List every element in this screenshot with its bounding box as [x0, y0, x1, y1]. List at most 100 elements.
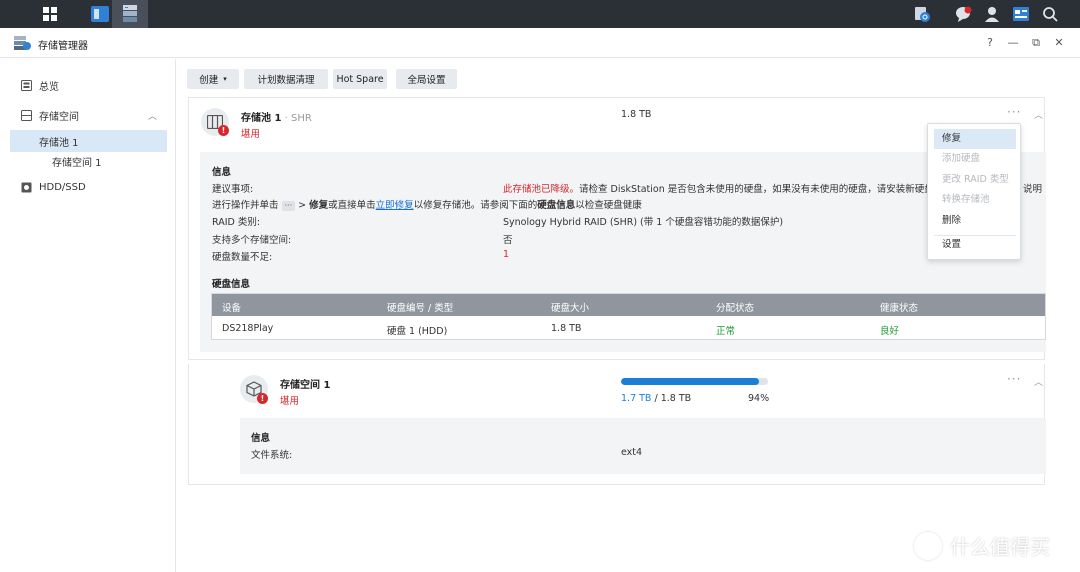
- sidebar-item-overview[interactable]: 总览: [10, 74, 167, 96]
- col-alloc[interactable]: 分配状态: [716, 300, 754, 314]
- storage-manager-icon: [123, 5, 137, 22]
- advice-text-b: >: [298, 200, 310, 211]
- volume-usage-fill: [621, 378, 760, 385]
- notification-search-icon: [915, 7, 930, 22]
- sidebar: 总览 存储空间 ︿ 存储池 1 存储空间 1 HDD/SSD: [0, 59, 176, 572]
- pool-info-title: 信息: [212, 167, 232, 178]
- taskbar: [0, 0, 1080, 28]
- insufficient-value: 1: [503, 249, 510, 260]
- restore-button[interactable]: ⧉: [1028, 35, 1044, 51]
- close-button[interactable]: ✕: [1051, 35, 1067, 51]
- cell-device: DS218Play: [222, 323, 274, 334]
- hot-spare-button[interactable]: Hot Spare: [333, 69, 387, 89]
- pool-status: 堪用: [241, 129, 261, 140]
- volume-usage-bar: [621, 378, 768, 385]
- sidebar-item-label: 存储池 1: [39, 137, 79, 149]
- search-button[interactable]: [1035, 0, 1065, 28]
- advice-text-a: 进行操作并单击: [212, 200, 279, 211]
- volume-total: 1.8 TB: [660, 393, 692, 404]
- col-health[interactable]: 健康状态: [880, 300, 918, 314]
- volume-status: 堪用: [280, 396, 300, 407]
- menu-item-convert-pool[interactable]: 转换存储池: [934, 190, 1016, 210]
- help-button[interactable]: ?: [982, 35, 998, 51]
- insufficient-label: 硬盘数量不足:: [212, 252, 273, 263]
- sidebar-item-volume-1[interactable]: 存储空间 1: [10, 150, 167, 172]
- sidebar-item-label: 存储空间 1: [52, 157, 102, 169]
- volume-sep: /: [651, 393, 661, 404]
- volume-name: 存储空间 1: [280, 380, 331, 391]
- col-device[interactable]: 设备: [222, 300, 241, 314]
- messages-button[interactable]: [948, 0, 978, 28]
- sidebar-item-label: HDD/SSD: [39, 181, 86, 193]
- sidebar-item-hdd-ssd[interactable]: HDD/SSD: [10, 176, 167, 198]
- volume-used: 1.7 TB: [621, 393, 652, 404]
- main-menu-button[interactable]: [32, 0, 68, 28]
- cell-size: 1.8 TB: [551, 323, 582, 334]
- sidebar-item-storage-space[interactable]: 存储空间 ︿: [10, 104, 167, 126]
- sidebar-item-storage-pool-1[interactable]: 存储池 1: [10, 130, 167, 152]
- caret-down-icon: ▾: [223, 75, 227, 83]
- watermark-text: 什么值得买: [950, 535, 1050, 559]
- pool-title: 存储池 1 · SHR: [241, 109, 312, 124]
- advice-text: 请检查 DiskStation 是否包含未使用的硬盘，如果没有未使用的硬盘，请安…: [579, 184, 934, 195]
- window-title: 存储管理器: [38, 41, 88, 52]
- error-badge-icon: !: [257, 393, 268, 404]
- advice-red: 此存储池已降级。: [503, 184, 580, 195]
- user-button[interactable]: [977, 0, 1007, 28]
- widgets-icon: [1013, 7, 1029, 21]
- pool-name: 存储池 1: [241, 113, 282, 124]
- advice-repair-word: 修复: [309, 200, 329, 211]
- raid-label: RAID 类别:: [212, 217, 261, 228]
- watermark-logo-icon: [914, 532, 942, 560]
- pool-info-panel: 信息 建议事项: 此存储池已降级。请检查 DiskStation 是否包含未使用…: [200, 152, 1046, 352]
- disk-table-header: 设备 硬盘编号 / 类型 硬盘大小 分配状态 健康状态: [212, 294, 1045, 316]
- repair-now-link[interactable]: 立即修复: [376, 200, 414, 211]
- raid-value: Synology Hybrid RAID (SHR) (带 1 个硬盘容错功能的…: [503, 217, 784, 228]
- sidebar-item-label: 存储空间: [39, 111, 79, 123]
- hdd-icon: [21, 182, 32, 192]
- taskbar-storage-manager-button[interactable]: [112, 0, 148, 28]
- menu-item-delete[interactable]: 删除: [934, 211, 1016, 231]
- user-icon: [985, 7, 999, 22]
- global-settings-button[interactable]: 全局设置: [396, 69, 457, 89]
- volume-info-title: 信息: [251, 433, 271, 444]
- pool-collapse-icon[interactable]: ︿: [1034, 108, 1043, 121]
- storage-icon: [21, 109, 32, 121]
- cell-health: 良好: [880, 326, 900, 337]
- menu-item-repair[interactable]: 修复: [934, 129, 1016, 149]
- pool-more-button[interactable]: ···: [1007, 105, 1021, 119]
- volume-usage-text: 1.7 TB / 1.8 TB: [621, 393, 691, 404]
- volume-collapse-icon[interactable]: ︿: [1034, 375, 1043, 388]
- advice-label: 建议事项:: [212, 184, 254, 195]
- col-size[interactable]: 硬盘大小: [551, 300, 589, 314]
- volume-info-panel: 信息 文件系统: ext4: [240, 418, 1046, 474]
- advice-line-2: 进行操作并单击 ··· > 修复或直接单击立即修复以修复存储池。请参阅下面的硬盘信息…: [212, 197, 642, 211]
- schedule-scrub-button[interactable]: 计划数据清理: [244, 69, 328, 89]
- create-button[interactable]: 创建 ▾: [187, 69, 239, 89]
- disk-info-title: 硬盘信息: [212, 279, 251, 290]
- menu-item-change-raid[interactable]: 更改 RAID 类型: [934, 170, 1016, 190]
- sidebar-item-label: 总览: [39, 81, 59, 93]
- advice-diskinfo-word: 硬盘信息: [537, 200, 576, 211]
- storage-pool-card: ! 存储池 1 · SHR 堪用 1.8 TB ··· ︿ 信息 建议事项: 此…: [188, 97, 1046, 360]
- widgets-button[interactable]: [1006, 0, 1036, 28]
- advice-text-c: 或直接单击: [328, 200, 376, 211]
- pool-sep: ·: [281, 113, 291, 124]
- volume-more-button[interactable]: ···: [1007, 372, 1021, 386]
- minimize-button[interactable]: —: [1005, 35, 1021, 51]
- disk-table: 设备 硬盘编号 / 类型 硬盘大小 分配状态 健康状态 DS218Play 硬盘…: [211, 293, 1046, 340]
- window-app-icon: [91, 6, 109, 22]
- fs-value: ext4: [621, 447, 643, 458]
- window-titlebar: 存储管理器 ? — ⧉ ✕: [0, 28, 1080, 58]
- col-disk[interactable]: 硬盘编号 / 类型: [387, 300, 453, 314]
- notification-button[interactable]: [907, 0, 937, 28]
- error-badge-icon: !: [218, 125, 229, 136]
- pool-size: 1.8 TB: [621, 109, 652, 120]
- fs-label: 文件系统:: [251, 450, 293, 461]
- search-icon: [1043, 7, 1058, 22]
- advice-text-e: 以检查硬盘健康: [575, 200, 642, 211]
- menu-item-settings[interactable]: 设置: [934, 235, 1016, 255]
- chevron-up-icon[interactable]: ︿: [148, 109, 157, 122]
- cell-disk: 硬盘 1 (HDD): [387, 326, 448, 337]
- menu-item-add-disk[interactable]: 添加硬盘: [934, 149, 1016, 169]
